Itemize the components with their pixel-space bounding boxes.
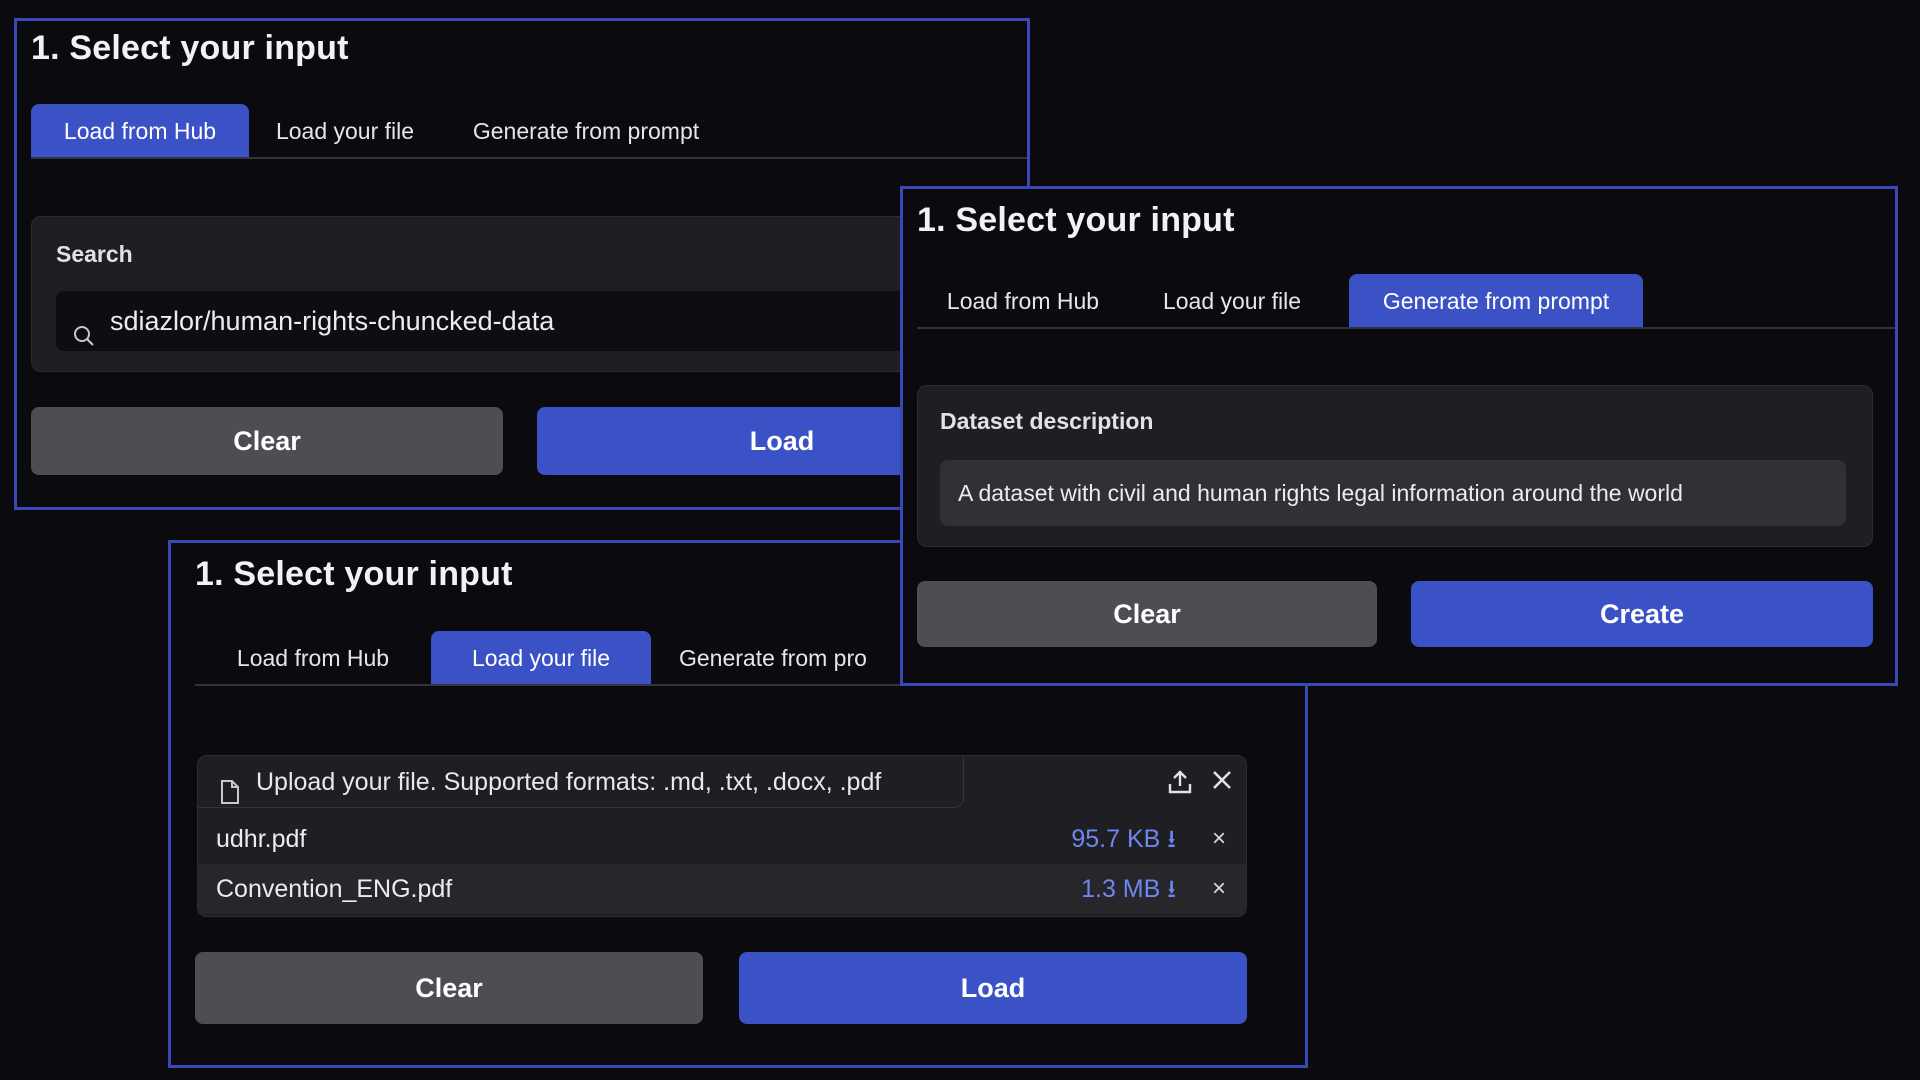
tab-bar: Load from Hub Load your file Generate fr… [31,104,1027,159]
tab-load-your-file[interactable]: Load your file [1129,274,1335,327]
dataset-description-group: Dataset description A dataset with civil… [917,385,1873,547]
upload-label-text: Upload your file. Supported formats: .md… [256,768,882,796]
panel-title: 1. Select your input [917,201,1235,239]
create-button[interactable]: Create [1411,581,1873,647]
file-row: udhr.pdf 95.7 KB ⭳ × [198,814,1246,864]
panel-title: 1. Select your input [195,555,513,593]
search-field-group: Search sdiazlor/human-rights-chuncked-da… [31,216,1027,372]
dataset-description-label: Dataset description [940,408,1154,434]
remove-file-button[interactable]: × [1212,864,1226,914]
clear-button[interactable]: Clear [31,407,503,475]
remove-file-button[interactable]: × [1212,814,1226,864]
tab-generate-from-prompt[interactable]: Generate from prompt [1349,274,1643,327]
search-icon [72,309,96,346]
close-icon[interactable] [1208,766,1236,794]
tab-load-from-hub[interactable]: Load from Hub [31,104,249,157]
tab-load-from-hub[interactable]: Load from Hub [917,274,1129,327]
upload-label[interactable]: Upload your file. Supported formats: .md… [198,756,964,808]
panel-title: 1. Select your input [31,29,349,67]
load-button[interactable]: Load [739,952,1247,1024]
tab-load-your-file[interactable]: Load your file [431,631,651,684]
tab-generate-from-prompt[interactable]: Generate from prompt [451,104,721,157]
select-input-panel-prompt: 1. Select your input Load from Hub Load … [900,186,1898,686]
tab-bar: Load from Hub Load your file Generate fr… [917,274,1895,329]
upload-icon[interactable] [1166,768,1194,796]
tab-load-your-file[interactable]: Load your file [257,104,433,157]
search-label: Search [56,241,133,267]
select-input-panel-hub: 1. Select your input Load from Hub Load … [14,18,1030,510]
file-name: udhr.pdf [216,825,307,853]
file-size-download[interactable]: 1.3 MB ⭳ [1081,864,1176,914]
file-upload-area[interactable]: Upload your file. Supported formats: .md… [197,755,1247,917]
file-name: Convention_ENG.pdf [216,875,453,903]
file-row: Convention_ENG.pdf 1.3 MB ⭳ × [198,864,1246,914]
dataset-description-input[interactable]: A dataset with civil and human rights le… [940,460,1846,526]
file-size-download[interactable]: 95.7 KB ⭳ [1071,814,1176,864]
clear-button[interactable]: Clear [195,952,703,1024]
file-icon [220,770,240,804]
clear-button[interactable]: Clear [917,581,1377,647]
search-input[interactable]: sdiazlor/human-rights-chuncked-data [56,291,1027,351]
search-value: sdiazlor/human-rights-chuncked-data [110,306,555,336]
tab-load-from-hub[interactable]: Load from Hub [195,631,431,684]
